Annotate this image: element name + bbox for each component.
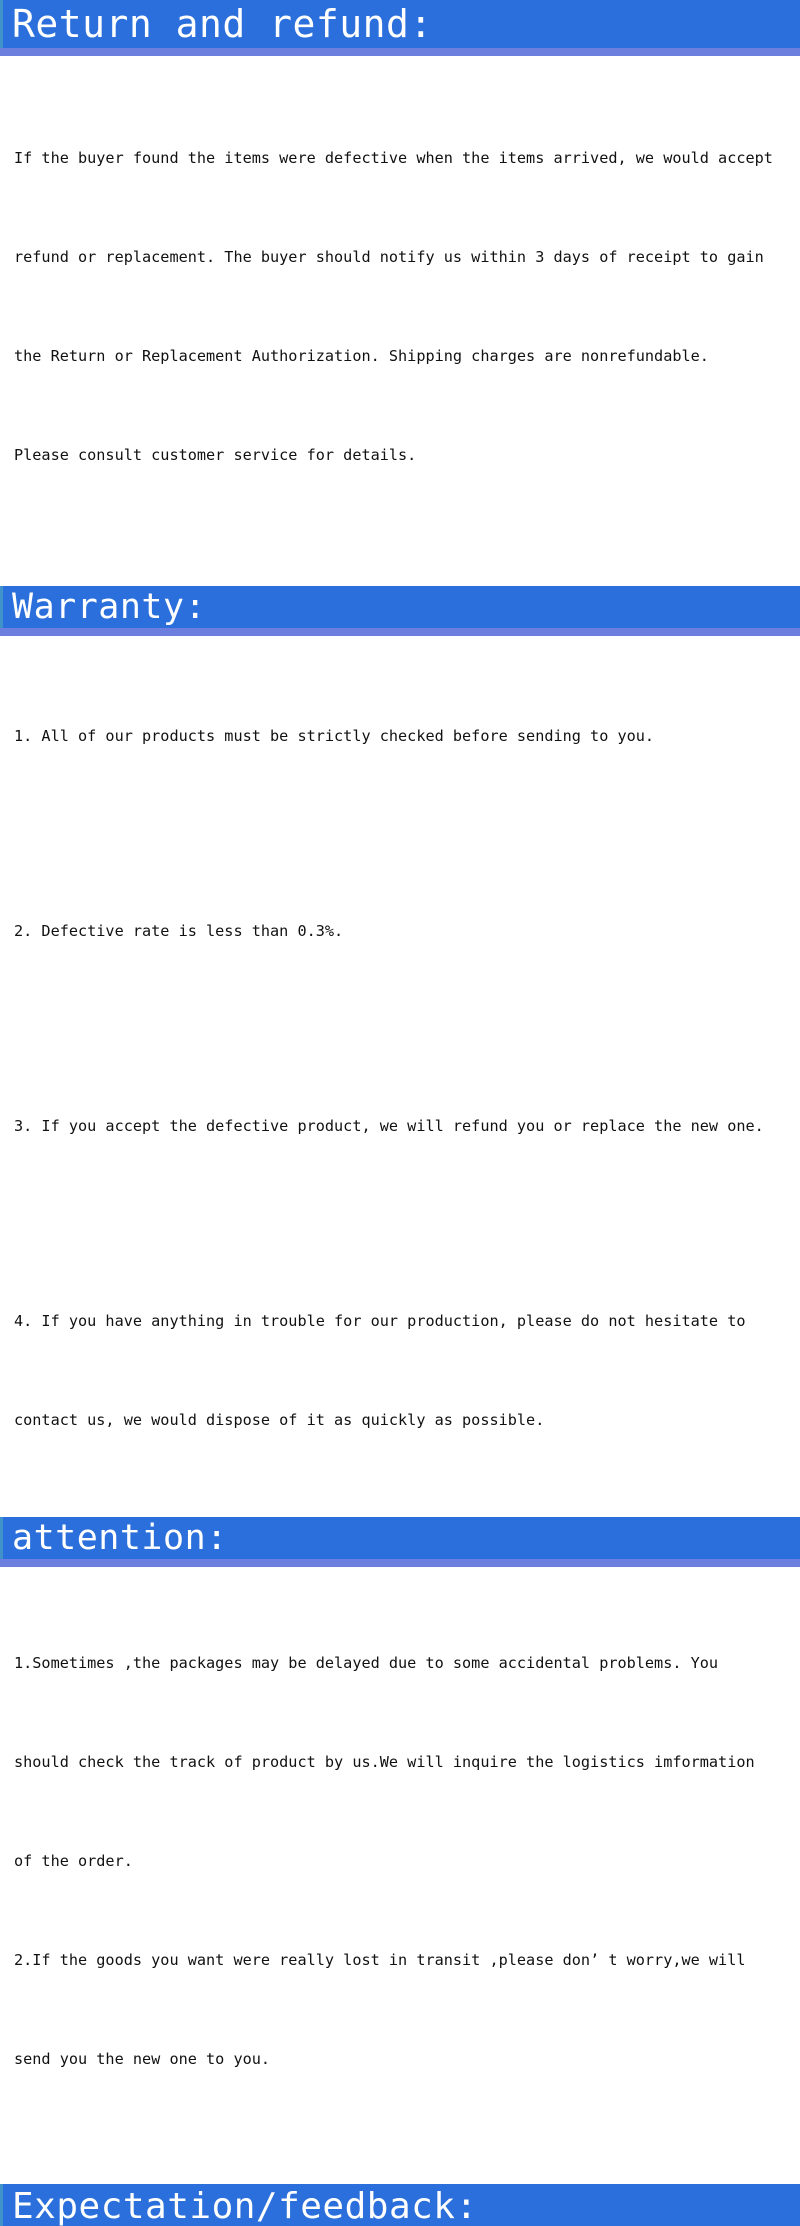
list-item-continuation: contact us, we would dispose of it as qu… (14, 1411, 545, 1429)
heading-text-warranty: Warranty: (12, 587, 207, 627)
section-heading-expectation-feedback: Expectation/feedback: (0, 2184, 800, 2226)
body-attention: 1.Sometimes ,the packages may be delayed… (0, 1581, 800, 2142)
list-item: 2. Defective rate is less than 0.3%. (14, 922, 344, 940)
list-item-continuation: send you the new one to you. (14, 2050, 271, 2068)
body-line: the Return or Replacement Authorization.… (14, 347, 709, 365)
body-line: Please consult customer service for deta… (14, 446, 417, 464)
list-item: 1.Sometimes ,the packages may be delayed… (14, 1654, 719, 1672)
list-item: 3. If you accept the defective product, … (14, 1117, 764, 1135)
policy-page: Return and refund: If the buyer found th… (0, 0, 800, 2226)
list-item: 2.If the goods you want were really lost… (14, 1951, 746, 1969)
section-heading-attention: attention: (0, 1517, 800, 1567)
section-heading-return-refund: Return and refund: (0, 0, 800, 56)
heading-text-return-refund: Return and refund: (12, 2, 433, 46)
heading-text-expectation-feedback: Expectation/feedback: (12, 2186, 478, 2226)
section-heading-warranty: Warranty: (0, 586, 800, 636)
list-item: 4. If you have anything in trouble for o… (14, 1312, 746, 1330)
body-return-refund: If the buyer found the items were defect… (0, 76, 800, 538)
body-line: If the buyer found the items were defect… (14, 149, 773, 167)
body-line: refund or replacement. The buyer should … (14, 248, 764, 266)
body-warranty: 1. All of our products must be strictly … (0, 654, 800, 1503)
list-item-continuation: should check the track of product by us.… (14, 1753, 755, 1771)
list-item: 1. All of our products must be strictly … (14, 727, 655, 745)
list-item-continuation: of the order. (14, 1852, 133, 1870)
heading-text-attention: attention: (12, 1518, 228, 1558)
